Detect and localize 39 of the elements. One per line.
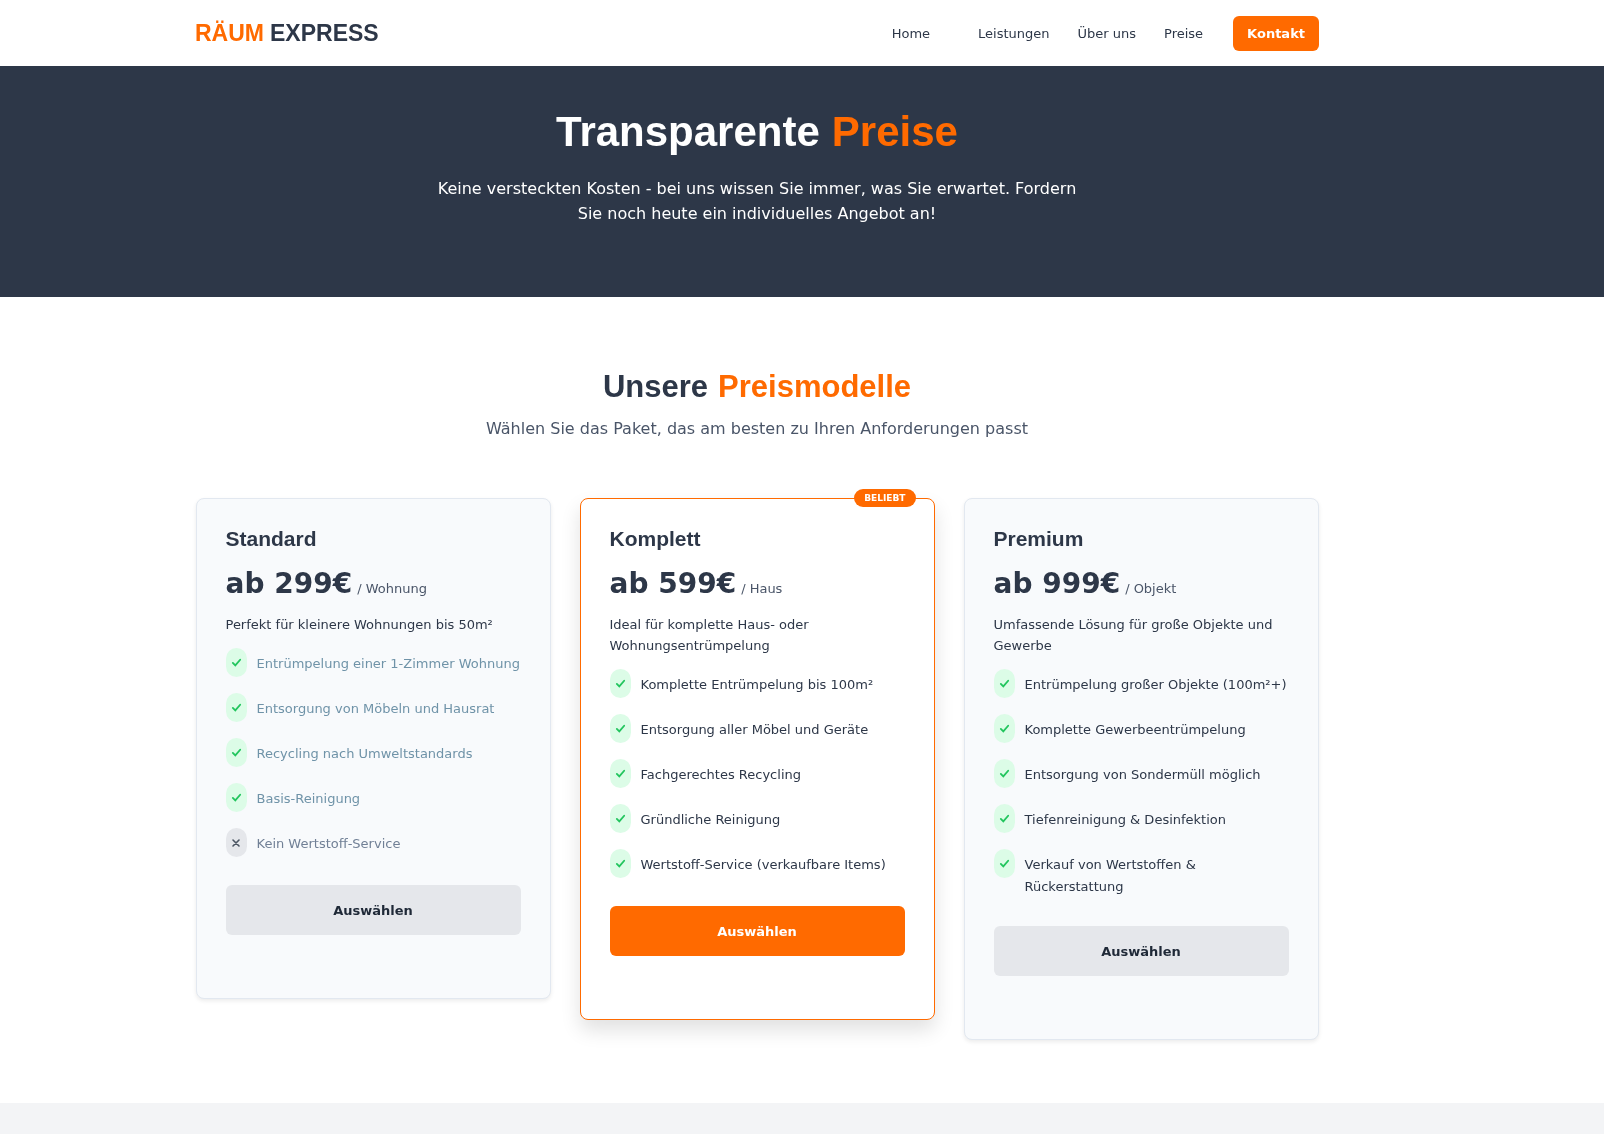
feature-text: Recycling nach Umweltstandards (256, 745, 473, 763)
feature-text: Kein Wertstoff-Service (256, 835, 401, 853)
plan-description: Umfassende Lösung für große Objekte und Gewerbe (993, 616, 1274, 655)
feature-text: Gründliche Reinigung (640, 811, 781, 829)
plan-price: ab 999€ (993, 567, 1121, 600)
plan-description: Perfekt für kleinere Wohnungen bis 50m² (225, 616, 494, 634)
plan-name: Komplett (609, 527, 702, 551)
plan-name: Premium (993, 527, 1085, 551)
logo[interactable]: RÄUM EXPRESS (195, 19, 379, 47)
feature-text: Entsorgung von Sondermüll möglich (1024, 766, 1261, 784)
nav-link[interactable]: Home (891, 25, 931, 41)
feature-text: Wertstoff-Service (verkaufbare Items) (640, 856, 886, 874)
section-title: Unsere Preismodelle (602, 369, 912, 405)
feature-text: Entsorgung aller Möbel und Geräte (640, 721, 869, 739)
plan-price: ab 599€ (609, 567, 737, 600)
feature-text: Entrümpelung großer Objekte (100m²+) (1024, 676, 1287, 694)
feature-text: Komplette Entrümpelung bis 100m² (640, 676, 874, 694)
hero-text: Keine versteckten Kosten - bei uns wissen Sie immer, was Sie erwartet. Fordern Sie noch heute ein individuelles Angebot an! (436, 178, 1078, 225)
price-unit: / Haus (741, 581, 783, 596)
nav-link[interactable]: Leistungen (978, 25, 1050, 41)
nav-link[interactable]: Preise (1164, 25, 1204, 41)
plan-name: Standard (225, 527, 318, 551)
select-button[interactable]: Auswählen (993, 926, 1289, 976)
hero-title: Transparente Preise (556, 108, 958, 156)
feature-text: Basis-Reinigung (256, 790, 361, 808)
feature-text: Fachgerechtes Recycling (640, 766, 801, 784)
feature-text: Entrümpelung einer 1-Zimmer Wohnung (256, 655, 520, 673)
feature-text: Verkauf von Wertstoffen & Rückerstattung (1024, 856, 1197, 896)
feature-text: Entsorgung von Möbeln und Hausrat (256, 700, 495, 718)
select-button[interactable]: Auswählen (225, 885, 521, 935)
plan-price: ab 299€ (225, 567, 353, 600)
price-unit: / Objekt (1125, 581, 1177, 596)
price-unit: / Wohnung (357, 581, 427, 596)
feature-text: Komplette Gewerbeentrümpelung (1024, 721, 1246, 739)
plan-description: Ideal für komplette Haus- oder Wohnungsentrümpelung (609, 616, 810, 655)
feature-text: Tiefenreinigung & Desinfektion (1024, 811, 1226, 829)
nav-link[interactable]: Über uns (1077, 25, 1137, 41)
section-subtitle: Wählen Sie das Paket, das am besten zu Ihren Anforderungen passt (486, 419, 1028, 438)
popular-badge: BELIEBT (854, 489, 916, 507)
